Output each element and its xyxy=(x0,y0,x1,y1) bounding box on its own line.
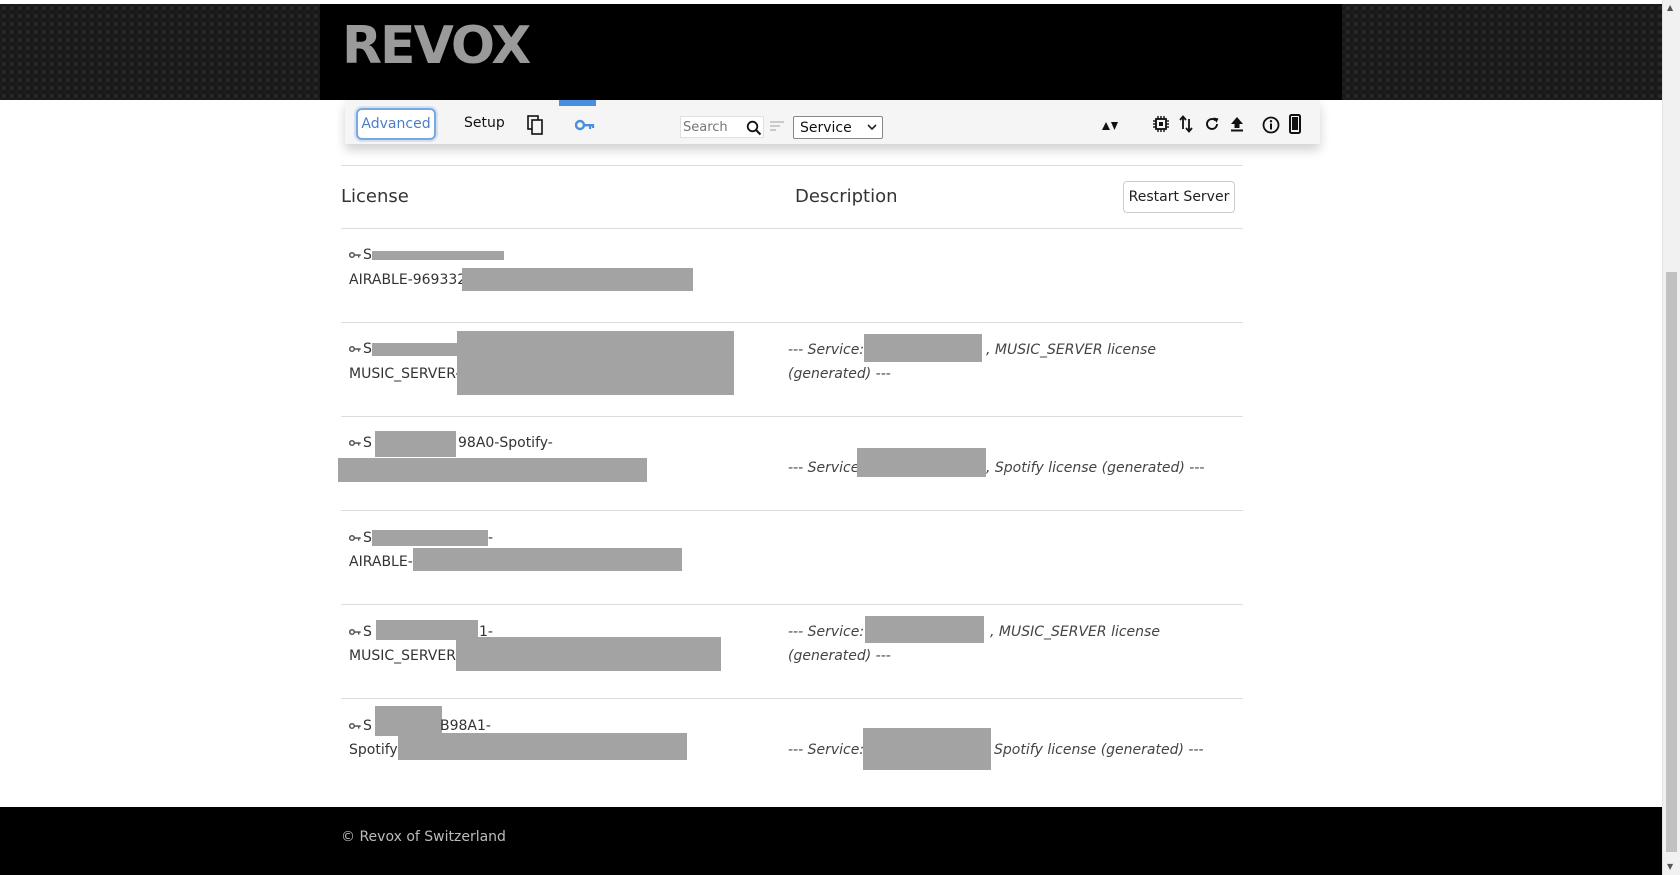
mobile-icon[interactable] xyxy=(1287,113,1303,135)
divider xyxy=(341,510,1243,511)
license-description: --- Service: xyxy=(788,742,865,758)
license-id: AIRABLE-969332 xyxy=(349,272,467,288)
license-id: MUSIC_SERVER- xyxy=(349,648,461,664)
license-key: S xyxy=(348,435,372,451)
key-icon xyxy=(348,435,361,451)
service-select[interactable]: Service xyxy=(793,116,883,139)
redaction xyxy=(457,331,734,395)
license-description-suffix: , MUSIC_SERVER license xyxy=(990,624,1160,640)
divider xyxy=(341,228,1243,229)
key-icon xyxy=(348,530,361,546)
divider xyxy=(341,165,1243,166)
license-key-text: S xyxy=(363,341,372,357)
license-column-header: License xyxy=(341,186,409,207)
redaction xyxy=(462,268,693,291)
upload-icon[interactable] xyxy=(1228,115,1246,133)
key-icon xyxy=(348,247,361,263)
copy-icon[interactable] xyxy=(526,114,544,136)
license-key-suffix: 98A0-Spotify- xyxy=(458,435,553,451)
license-key: S xyxy=(348,718,372,734)
redaction xyxy=(372,251,504,260)
viewport: REVOX Advanced Setup Search Service Lice… xyxy=(0,0,1662,875)
key-icon xyxy=(348,624,361,640)
divider xyxy=(341,604,1243,605)
divider xyxy=(341,322,1243,323)
license-key-text: S xyxy=(363,435,372,451)
sort-icon[interactable] xyxy=(768,118,786,134)
key-icon[interactable] xyxy=(574,117,596,133)
license-description: --- Service: xyxy=(788,342,864,358)
key-icon xyxy=(348,341,361,357)
redaction xyxy=(413,548,682,571)
redaction xyxy=(864,334,982,362)
license-key: S xyxy=(348,341,372,357)
license-description-line2: (generated) --- xyxy=(788,366,891,382)
active-tab-indicator xyxy=(559,100,596,106)
sort-updown-icon[interactable] xyxy=(1100,117,1120,135)
redaction xyxy=(375,706,442,736)
search-field[interactable] xyxy=(680,116,764,138)
license-key-text: S xyxy=(363,530,372,546)
setup-button[interactable]: Setup xyxy=(464,115,505,131)
service-select-value: Service xyxy=(800,119,852,136)
redaction xyxy=(857,448,986,477)
footer-copyright: © Revox of Switzerland xyxy=(341,829,506,845)
license-description-line2: (generated) --- xyxy=(788,648,891,664)
license-description-suffix: , MUSIC_SERVER license xyxy=(986,342,1156,358)
license-key-text: S xyxy=(363,718,372,734)
redaction xyxy=(863,728,991,770)
redaction xyxy=(338,458,647,482)
redaction xyxy=(375,431,456,457)
revox-logo: REVOX xyxy=(342,16,531,76)
redaction xyxy=(372,343,466,356)
license-description: --- Service: : xyxy=(788,624,874,640)
license-id: Spotify- xyxy=(349,742,403,758)
license-key-suffix: B98A1- xyxy=(440,718,491,734)
license-description-suffix: , Spotify license (generated) --- xyxy=(986,460,1205,476)
redaction xyxy=(398,733,687,760)
license-description: --- Service: xyxy=(788,460,865,476)
chevron-down-icon xyxy=(867,120,877,138)
license-key-text: S xyxy=(363,624,372,640)
divider xyxy=(341,698,1243,699)
license-id: AIRABLE-2 xyxy=(349,554,422,570)
redaction xyxy=(372,530,488,546)
site-footer xyxy=(0,807,1662,875)
description-prefix: --- Service: xyxy=(788,342,865,358)
chip-icon[interactable] xyxy=(1152,115,1170,133)
divider xyxy=(341,416,1243,417)
info-icon[interactable] xyxy=(1261,115,1281,135)
vertical-scrollbar[interactable]: ▲ ▼ xyxy=(1662,0,1680,875)
redaction xyxy=(456,637,721,671)
license-id: MUSIC_SERVER- xyxy=(349,366,461,382)
scroll-thumb[interactable] xyxy=(1666,272,1677,852)
search-input[interactable] xyxy=(683,118,743,136)
license-key-suffix: - xyxy=(488,530,494,546)
advanced-button[interactable]: Advanced xyxy=(356,108,436,140)
site-header xyxy=(0,4,1662,100)
scroll-down-icon[interactable]: ▼ xyxy=(1667,862,1673,871)
license-key: S xyxy=(348,247,372,263)
scroll-up-icon[interactable]: ▲ xyxy=(1667,3,1673,12)
description-column-header: Description xyxy=(795,186,898,207)
key-icon xyxy=(348,718,361,734)
license-key: S xyxy=(348,530,372,546)
redaction xyxy=(865,616,984,643)
license-key-text: S xyxy=(363,247,372,263)
transfer-icon[interactable] xyxy=(1177,114,1195,134)
search-icon[interactable] xyxy=(745,119,763,137)
restart-server-button[interactable]: Restart Server xyxy=(1123,181,1235,213)
license-key: S xyxy=(348,624,372,640)
refresh-icon[interactable] xyxy=(1203,115,1221,133)
license-description-suffix: Spotify license (generated) --- xyxy=(994,742,1204,758)
